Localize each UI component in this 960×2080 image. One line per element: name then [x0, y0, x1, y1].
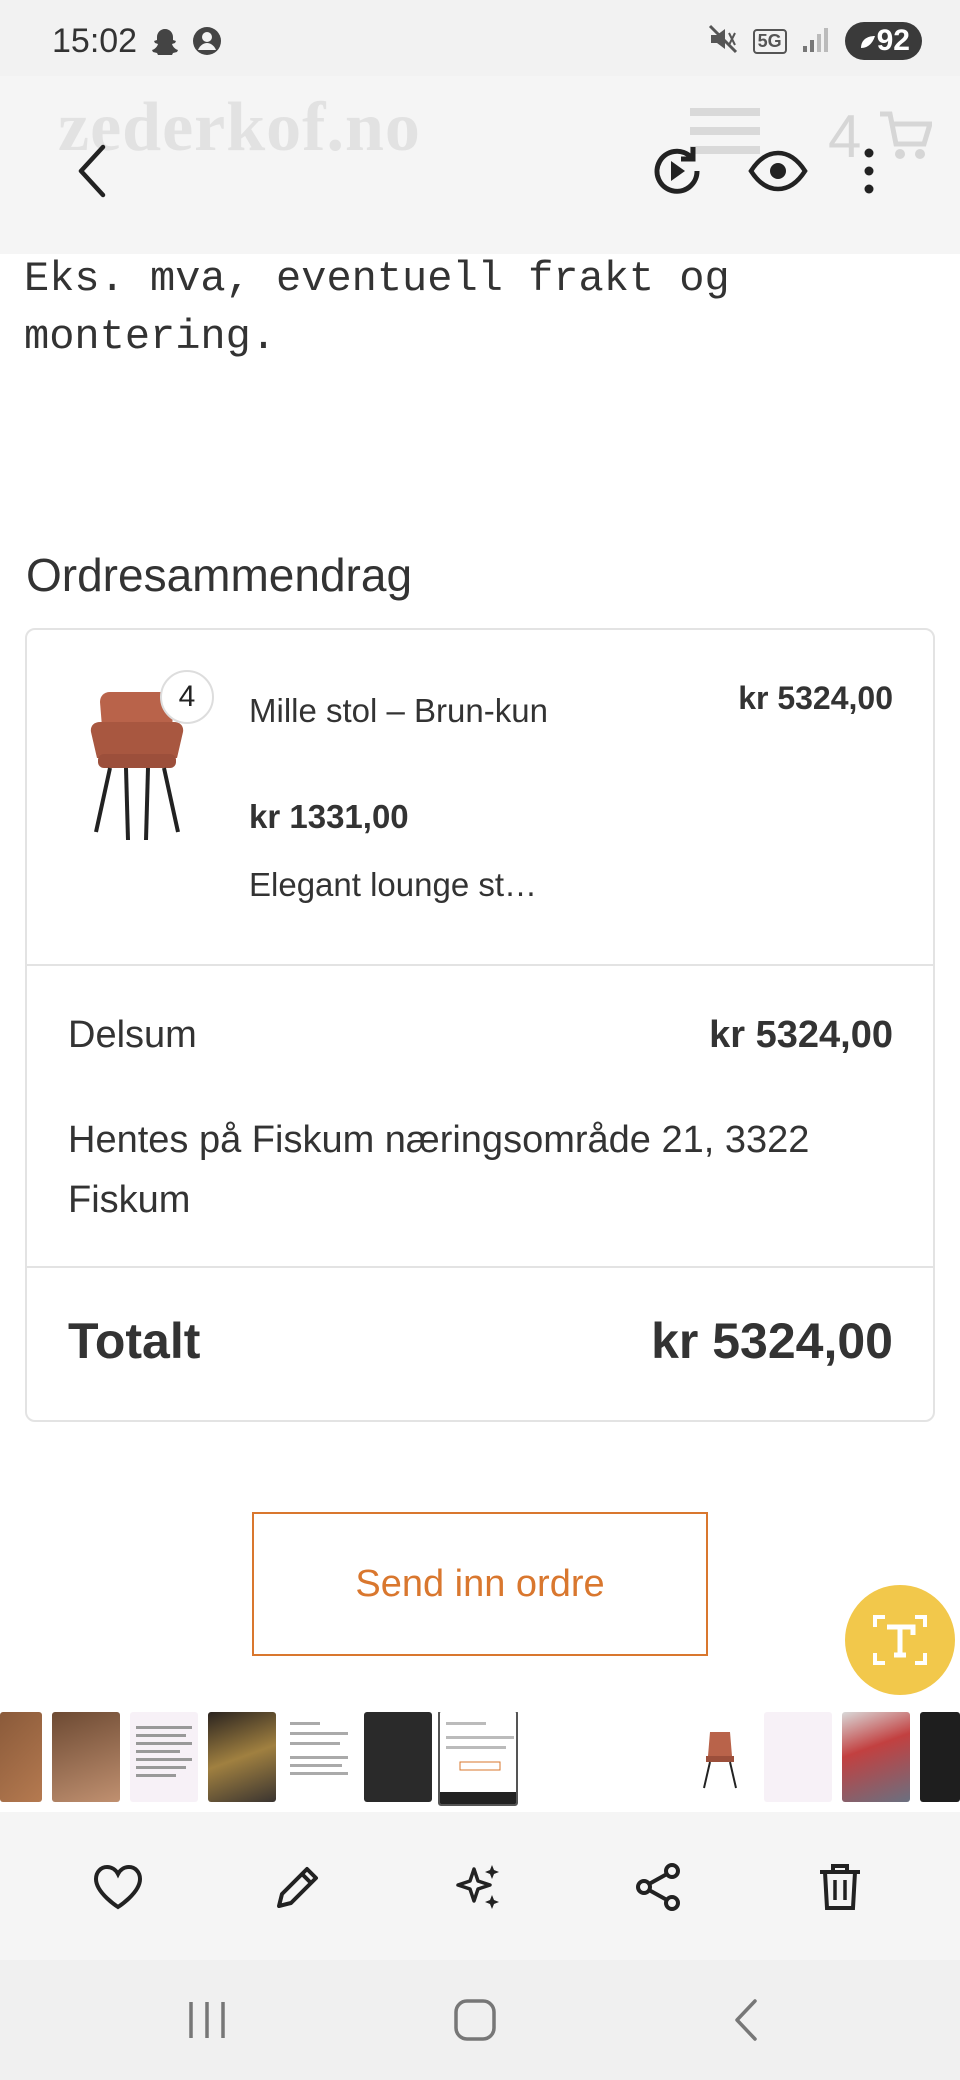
photo-action-bar [0, 1812, 960, 1960]
chevron-left-icon [78, 144, 106, 198]
status-time: 15:02 [52, 22, 138, 60]
motion-photo-icon [654, 147, 700, 194]
share-icon [636, 1863, 680, 1911]
heart-icon [93, 1864, 143, 1910]
total-value: kr 5324,00 [651, 1313, 893, 1369]
gallery-thumbnail[interactable] [842, 1712, 910, 1802]
signal-icon [801, 24, 831, 59]
home-button[interactable] [445, 1990, 505, 2050]
snapchat-icon [150, 26, 180, 61]
tax-note: Eks. mva, eventuell frakt og montering. [24, 255, 730, 361]
battery-level: 92 [876, 24, 910, 57]
text-extract-button[interactable] [845, 1585, 955, 1695]
gallery-filmstrip[interactable] [0, 1712, 960, 1812]
home-icon [454, 1999, 496, 2041]
share-button[interactable] [628, 1857, 688, 1917]
pickup-location: Hentes på Fiskum næringsområde 21, 3322 … [68, 1119, 810, 1221]
product-line-total: kr 5324,00 [738, 680, 893, 716]
system-navigation-bar [0, 1960, 960, 2080]
more-options-button[interactable] [834, 136, 904, 206]
notification-icons [150, 26, 222, 61]
gallery-thumbnail[interactable] [208, 1712, 276, 1802]
view-button[interactable] [743, 136, 813, 206]
pencil-icon [277, 1867, 318, 1908]
motion-play-button[interactable] [642, 136, 712, 206]
favorite-button[interactable] [88, 1857, 148, 1917]
recent-apps-button[interactable] [177, 1990, 237, 2050]
gallery-thumbnail[interactable] [364, 1712, 432, 1802]
account-icon [192, 26, 222, 61]
recent-apps-icon [189, 2002, 225, 2038]
product-description: Elegant lounge st… [249, 866, 538, 903]
mute-icon [707, 23, 739, 60]
submit-order-button[interactable]: Send inn ordre [252, 1512, 708, 1656]
delete-button[interactable] [810, 1857, 870, 1917]
network-5g-icon: 5G [752, 28, 787, 54]
subtotal-label: Delsum [68, 1014, 197, 1056]
system-icons: 5G 92 [707, 22, 922, 60]
status-bar: 15:02 5G 92 [0, 0, 960, 76]
divider [27, 1266, 933, 1268]
order-summary-card: 4 Mille stol – Brun-kun kr 5324,00 kr 13… [25, 628, 935, 1422]
gallery-thumbnail[interactable] [686, 1712, 754, 1802]
subtotal-value: kr 5324,00 [709, 1014, 893, 1056]
gallery-thumbnail[interactable] [0, 1712, 42, 1802]
more-vertical-icon [864, 148, 874, 194]
quantity-badge: 4 [160, 670, 214, 724]
gallery-thumbnail-current[interactable] [438, 1712, 518, 1806]
gallery-thumbnail[interactable] [608, 1712, 676, 1802]
edit-button[interactable] [268, 1857, 328, 1917]
gallery-thumbnail[interactable] [286, 1712, 354, 1802]
viewer-top-bar: zederkof.no 4 [0, 76, 960, 254]
enhance-button[interactable] [448, 1857, 508, 1917]
eye-icon [748, 150, 808, 192]
text-scan-icon [873, 1615, 927, 1665]
order-summary-title: Ordresammendrag [26, 549, 413, 601]
battery-indicator: 92 [844, 22, 922, 60]
gallery-thumbnail[interactable] [764, 1712, 832, 1802]
gallery-thumbnail[interactable] [52, 1712, 120, 1802]
gallery-thumbnail[interactable] [530, 1712, 598, 1802]
divider [27, 964, 933, 966]
trash-icon [820, 1864, 860, 1910]
back-arrow-icon [735, 1999, 757, 2041]
total-label: Totalt [68, 1313, 201, 1369]
gallery-thumbnail[interactable] [130, 1712, 198, 1802]
sparkle-icon [456, 1865, 499, 1909]
product-name: Mille stol – Brun-kun [249, 692, 548, 729]
product-unit-price: kr 1331,00 [249, 798, 409, 835]
back-button[interactable] [58, 136, 128, 206]
gallery-thumbnail[interactable] [920, 1712, 960, 1802]
system-back-button[interactable] [716, 1990, 776, 2050]
